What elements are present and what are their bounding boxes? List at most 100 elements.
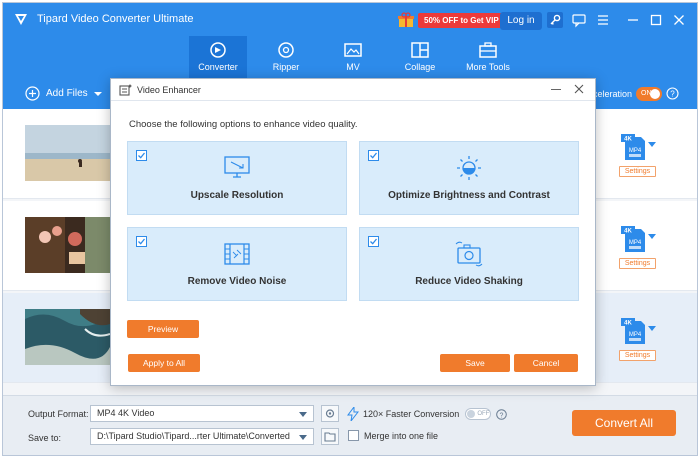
apply-to-all-button[interactable]: Apply to All	[128, 354, 200, 372]
mp4-format-icon[interactable]: 4K MP4	[621, 134, 647, 162]
checkmark-icon	[138, 152, 146, 159]
save-to-select[interactable]: D:\Tipard Studio\Tipard...rter Ultimate\…	[90, 428, 314, 445]
plus-circle-icon	[25, 86, 40, 101]
video-thumbnail	[25, 125, 110, 181]
add-files-button[interactable]: Add Files	[25, 86, 103, 101]
output-format-value: MP4 4K Video	[97, 408, 155, 418]
svg-text:?: ?	[500, 412, 504, 419]
video-enhancer-dialog: Video Enhancer Choose the following opti…	[110, 78, 596, 386]
cancel-button[interactable]: Cancel	[514, 354, 578, 372]
tab-converter[interactable]: Converter	[189, 36, 247, 79]
app-logo-icon	[15, 14, 27, 25]
app-title: Tipard Video Converter Ultimate	[37, 13, 194, 25]
option-label: Remove Video Noise	[187, 276, 287, 287]
tab-mv[interactable]: MV	[324, 36, 382, 79]
monitor-upscale-icon	[224, 156, 250, 178]
help-icon[interactable]: ?	[666, 87, 679, 100]
lightning-icon	[347, 407, 359, 421]
caret-down-icon	[299, 412, 307, 417]
merge-label: Merge into one file	[364, 430, 439, 441]
toolbox-icon	[479, 42, 497, 58]
enhancer-icon	[119, 84, 132, 96]
option-upscale-resolution[interactable]: Upscale Resolution	[127, 141, 347, 215]
convert-all-button[interactable]: Convert All	[572, 410, 676, 436]
top-navigation: Converter Ripper MV Collage More Tools	[3, 36, 697, 79]
dialog-minimize-icon[interactable]	[551, 89, 561, 90]
add-files-label: Add Files	[46, 88, 88, 99]
faster-conversion-label: 120× Faster Conversion	[363, 409, 460, 419]
tab-collage-label: Collage	[404, 62, 436, 72]
preview-button[interactable]: Preview	[127, 320, 199, 338]
folder-icon	[324, 432, 336, 442]
caret-down-icon	[93, 91, 102, 96]
checkmark-icon	[370, 238, 378, 245]
option-checkbox[interactable]	[136, 150, 147, 161]
format-settings-button[interactable]	[321, 405, 339, 422]
caret-down-icon	[299, 435, 307, 440]
save-button[interactable]: Save	[440, 354, 510, 372]
merge-option[interactable]: Merge into one file	[348, 430, 438, 441]
format-badge: 4K	[624, 229, 632, 235]
key-icon[interactable]	[547, 12, 563, 28]
checkmark-icon	[138, 238, 146, 245]
login-button[interactable]: Log in	[500, 12, 542, 30]
bottom-bar: Output Format: MP4 4K Video 120× Faster …	[3, 395, 697, 455]
acceleration-toggle[interactable]: ON	[636, 87, 662, 101]
title-bar: Tipard Video Converter Ultimate 50% OFF …	[3, 3, 697, 36]
chat-icon[interactable]	[571, 12, 587, 28]
format-label: MP4	[629, 332, 642, 338]
output-format-select[interactable]: MP4 4K Video	[90, 405, 314, 422]
maximize-icon[interactable]	[648, 12, 664, 28]
close-icon[interactable]	[671, 12, 687, 28]
gift-icon	[398, 12, 414, 27]
tab-converter-label: Converter	[198, 62, 238, 72]
sun-brightness-icon	[457, 156, 481, 180]
vip-promo[interactable]: 50% OFF to Get VIP	[397, 11, 505, 29]
merge-checkbox[interactable]	[348, 430, 359, 441]
save-to-label: Save to:	[28, 433, 62, 443]
tab-collage[interactable]: Collage	[391, 36, 449, 79]
option-optimize-brightness[interactable]: Optimize Brightness and Contrast	[359, 141, 579, 215]
format-dropdown-caret[interactable]	[648, 234, 656, 239]
disc-icon	[278, 42, 294, 58]
option-checkbox[interactable]	[136, 236, 147, 247]
tab-ripper[interactable]: Ripper	[257, 36, 315, 79]
gear-icon	[325, 409, 335, 418]
format-label: MP4	[629, 148, 642, 154]
settings-button[interactable]: Settings	[619, 258, 656, 269]
tab-more-tools[interactable]: More Tools	[459, 36, 517, 79]
acceleration-label: celeration	[593, 89, 633, 99]
format-badge: 4K	[624, 321, 632, 327]
mp4-format-icon[interactable]: 4K MP4	[621, 318, 647, 346]
app-window: Tipard Video Converter Ultimate 50% OFF …	[2, 2, 698, 456]
option-label: Upscale Resolution	[190, 190, 284, 201]
converter-icon	[210, 42, 226, 58]
dialog-description: Choose the following options to enhance …	[129, 119, 358, 130]
format-dropdown-caret[interactable]	[648, 326, 656, 331]
settings-button[interactable]: Settings	[619, 350, 656, 361]
mp4-format-icon[interactable]: 4K MP4	[621, 226, 647, 254]
option-reduce-shaking[interactable]: Reduce Video Shaking	[359, 227, 579, 301]
faster-conversion-toggle[interactable]: OFF	[465, 408, 492, 420]
option-checkbox[interactable]	[368, 236, 379, 247]
option-label: Reduce Video Shaking	[415, 276, 523, 287]
option-remove-noise[interactable]: Remove Video Noise	[127, 227, 347, 301]
open-folder-button[interactable]	[321, 428, 339, 445]
video-thumbnail	[25, 217, 110, 273]
format-dropdown-caret[interactable]	[648, 142, 656, 147]
camera-stabilize-icon	[455, 241, 483, 267]
format-badge: 4K	[624, 137, 632, 143]
settings-button[interactable]: Settings	[619, 166, 656, 177]
menu-icon[interactable]	[595, 12, 611, 28]
tab-mv-label: MV	[346, 62, 360, 72]
minimize-icon[interactable]	[625, 12, 641, 28]
dialog-title-bar: Video Enhancer	[111, 79, 595, 101]
image-icon	[344, 43, 362, 57]
option-checkbox[interactable]	[368, 150, 379, 161]
dialog-close-icon[interactable]	[573, 83, 585, 95]
checkmark-icon	[370, 152, 378, 159]
option-label: Optimize Brightness and Contrast	[388, 190, 550, 201]
dialog-title: Video Enhancer	[137, 85, 201, 95]
help-icon[interactable]: ?	[496, 408, 508, 420]
format-label: MP4	[629, 240, 642, 246]
